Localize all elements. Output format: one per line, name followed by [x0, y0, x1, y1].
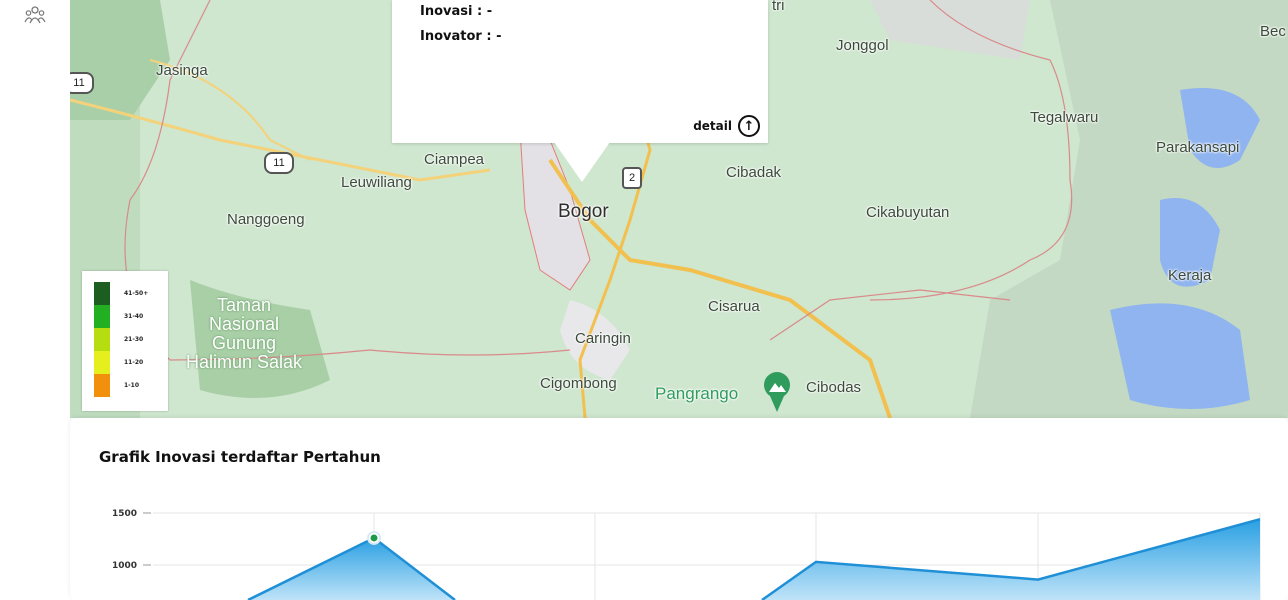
area-fill [762, 519, 1260, 600]
place-label: tri [772, 0, 785, 14]
road-shield: 11 [264, 152, 294, 174]
place-label: Jasinga [156, 62, 208, 79]
popup-pointer [554, 142, 610, 182]
popup-inovator: Inovator : - [420, 29, 502, 44]
place-label: Cibadak [726, 164, 782, 181]
legend-label: 11-20 [124, 359, 144, 366]
detail-button[interactable]: detail ↑ [693, 115, 760, 137]
area-chart: 1500 1000 [112, 509, 1261, 600]
place-label: Caringin [575, 330, 631, 347]
place-label-bogor: Bogor [558, 201, 609, 222]
legend-swatch [94, 305, 110, 328]
sidebar [0, 0, 70, 600]
legend-label: 41-50+ [124, 290, 149, 297]
place-label-poi: Pangrango [655, 384, 739, 403]
place-label: Keraja [1168, 267, 1212, 284]
place-label: Parakansapi [1156, 139, 1240, 156]
y-tick-label: 1500 [112, 509, 137, 519]
legend-label: 21-30 [124, 336, 144, 343]
legend-label: 31-40 [124, 313, 144, 320]
road-shield: 2 [622, 167, 642, 189]
place-label: Cisarua [708, 298, 760, 315]
popup-inovasi: Inovasi : - [420, 4, 493, 19]
place-label: Cibodas [806, 379, 862, 396]
place-label: Ciampea [424, 151, 485, 168]
legend-row: 11-20 [94, 351, 143, 374]
detail-label: detail [693, 119, 732, 133]
legend-row: 31-40 [94, 305, 143, 328]
legend-label: 1-10 [124, 382, 140, 389]
place-label: Bec [1260, 23, 1286, 40]
legend-swatch [94, 374, 110, 397]
legend-swatch [94, 282, 110, 305]
place-label: Nanggoeng [227, 211, 305, 228]
place-label: Jonggol [836, 37, 889, 54]
info-popup: Inovasi : - Inovator : - detail ↑ [392, 0, 768, 143]
info-up-icon[interactable]: ↑ [738, 115, 760, 137]
mountain-pin-icon[interactable] [762, 372, 792, 412]
data-point [370, 534, 378, 542]
place-label: Cikabuyutan [866, 204, 950, 221]
place-label: Leuwiliang [341, 174, 412, 191]
place-label: Tegalwaru [1030, 109, 1099, 126]
park-label: Taman Nasional Gunung Halimun Salak [186, 295, 303, 372]
place-label: Cigombong [540, 375, 617, 392]
chart-card: Grafik Inovasi terdaftar Pertahun 1500 10… [70, 418, 1288, 600]
legend-row: 41-50+ [94, 282, 148, 305]
area-fill [248, 537, 455, 600]
legend-swatch [94, 351, 110, 374]
legend-row: 21-30 [94, 328, 143, 351]
road-shield: 11 [70, 72, 94, 94]
users-icon[interactable] [24, 4, 46, 26]
map-legend: 41-50+ 31-40 21-30 11-20 1-10 [82, 271, 168, 411]
legend-swatch [94, 328, 110, 351]
legend-row: 1-10 [94, 374, 139, 397]
y-tick-label: 1000 [112, 561, 137, 571]
